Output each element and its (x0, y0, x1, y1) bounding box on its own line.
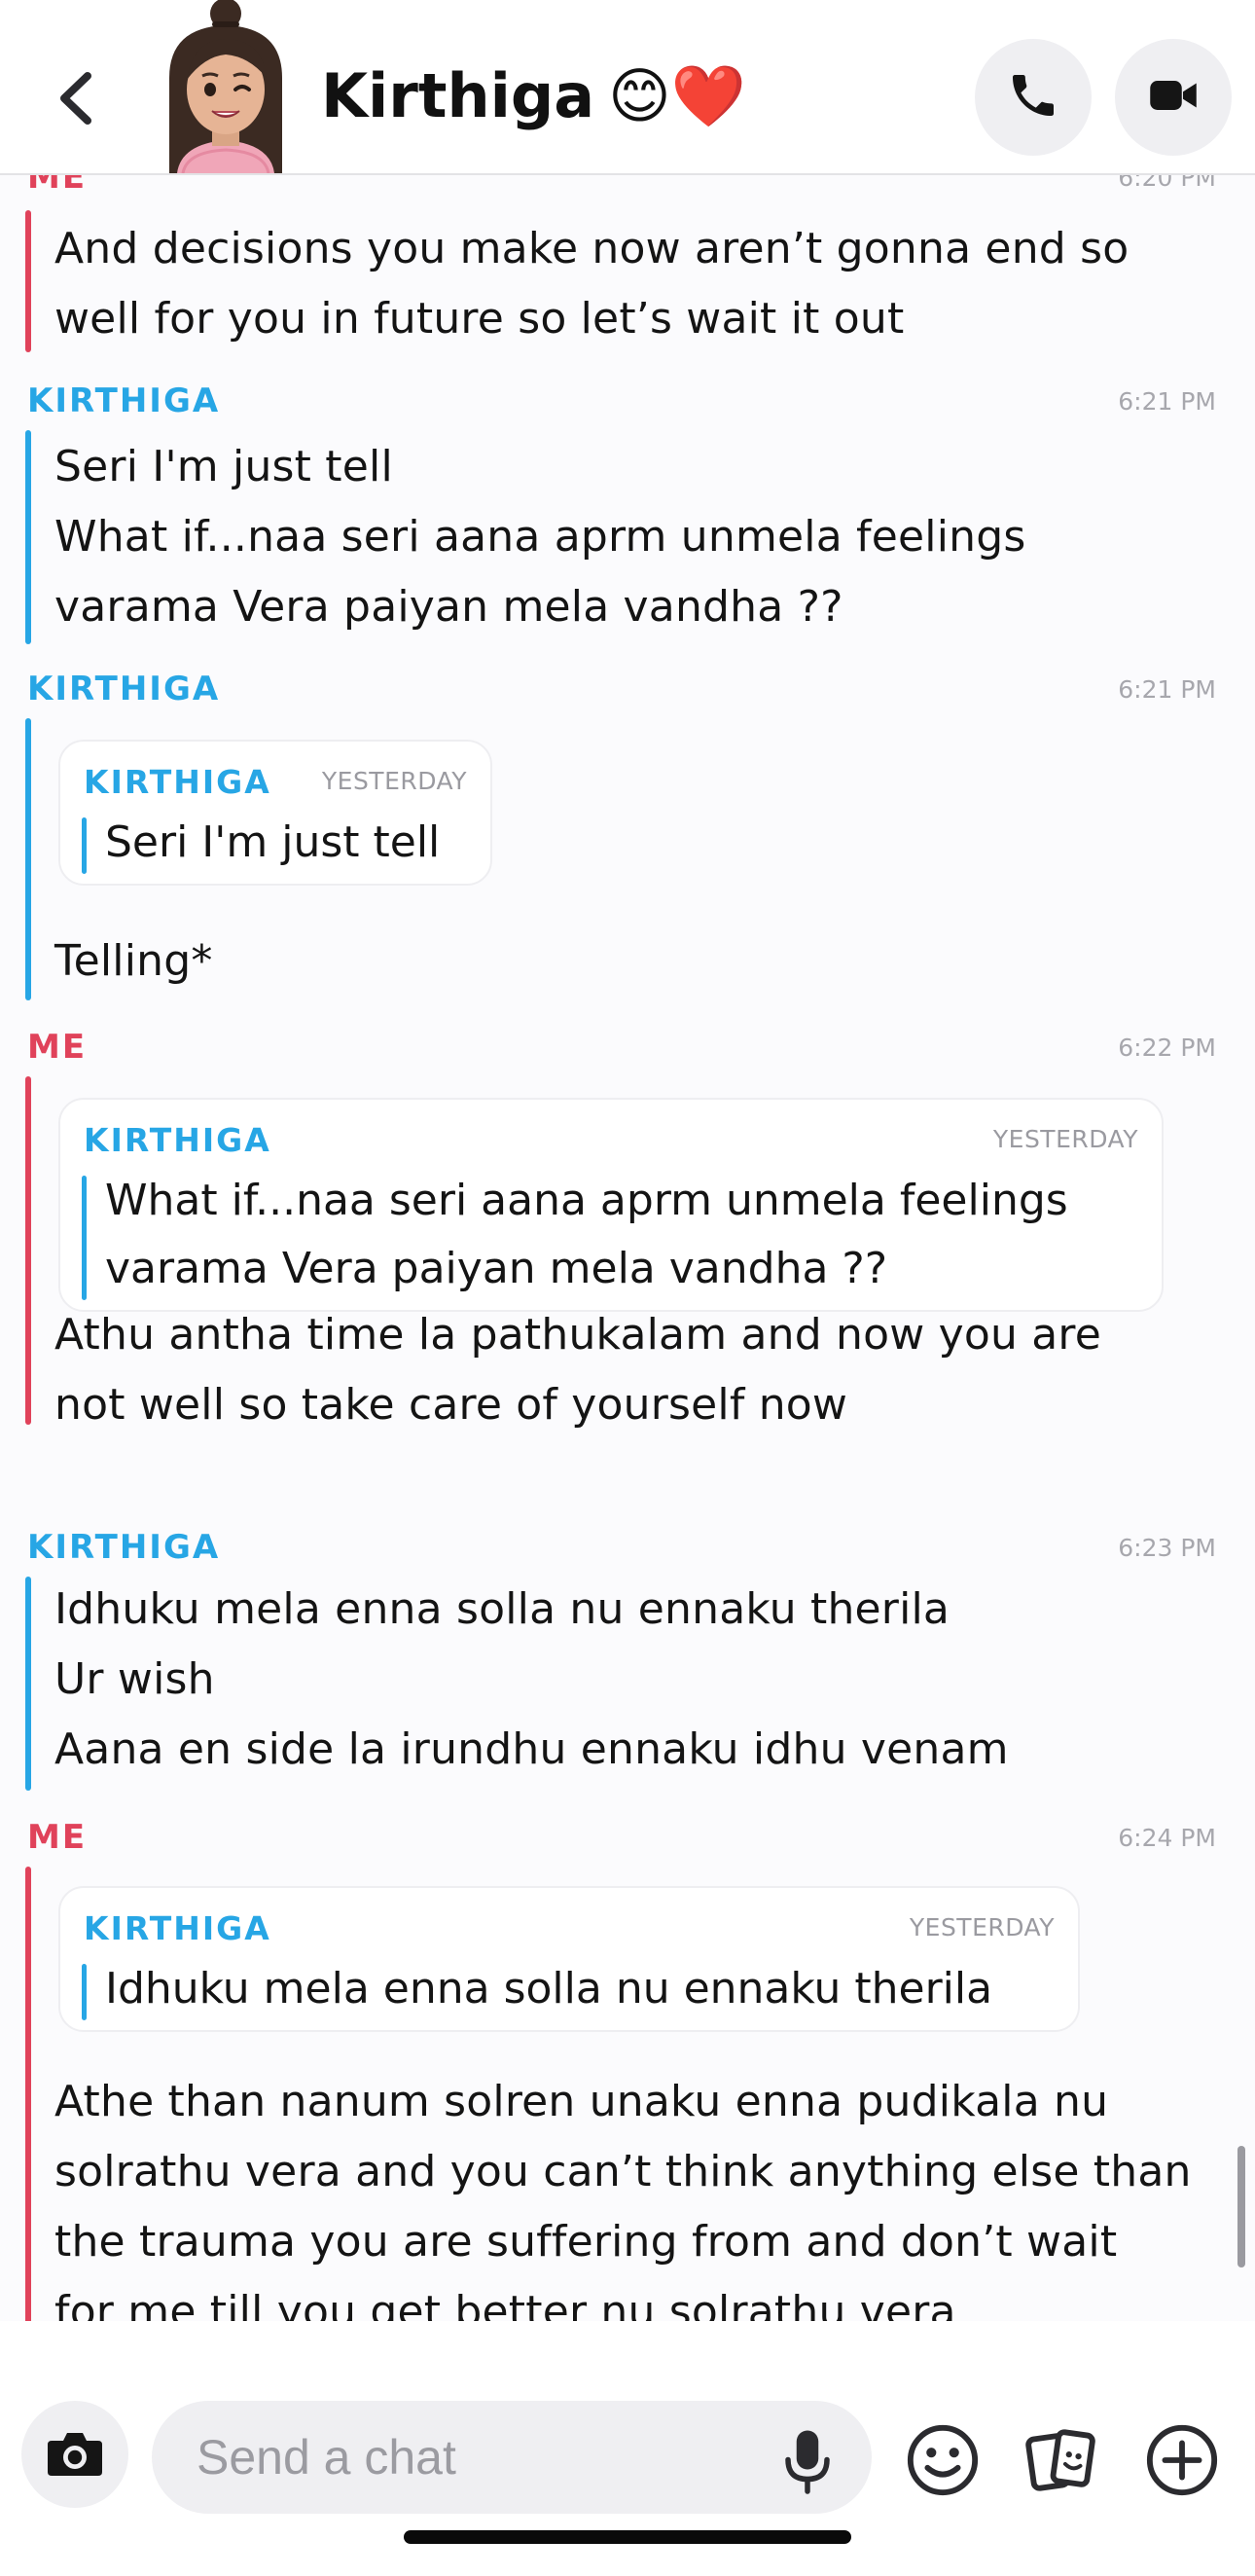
sender-label: KIRTHIGA (27, 1528, 221, 1567)
sticker-cards-icon[interactable] (1023, 2422, 1099, 2498)
quoted-date: YESTERDAY (992, 1125, 1138, 1153)
quoted-message[interactable]: KIRTHIGA YESTERDAY Seri I'm just tell (58, 740, 492, 886)
message-line[interactable]: the trauma you are suffering from and do… (54, 2217, 1117, 2267)
message-time: 6:22 PM (1118, 1034, 1216, 1062)
avatar[interactable] (148, 0, 304, 173)
sender-label: KIRTHIGA (27, 670, 221, 708)
message-time: 6:20 PM (1118, 175, 1216, 192)
message-line[interactable]: well for you in future so let’s wait it … (54, 294, 904, 344)
message-time: 6:21 PM (1118, 675, 1216, 704)
quoted-date: YESTERDAY (321, 767, 467, 795)
scrollbar[interactable] (1237, 2146, 1245, 2268)
quoted-sender: KIRTHIGA (84, 1121, 271, 1159)
camera-icon (46, 2427, 104, 2482)
plus-circle-icon[interactable] (1144, 2422, 1220, 2498)
quoted-sender: KIRTHIGA (84, 763, 271, 801)
quoted-date: YESTERDAY (909, 1913, 1055, 1941)
phone-icon (1006, 68, 1060, 127)
quoted-message[interactable]: KIRTHIGA YESTERDAY What if...naa seri aa… (58, 1098, 1164, 1312)
message-line[interactable]: Telling* (54, 936, 213, 986)
message-line[interactable]: Seri I'm just tell (54, 442, 393, 491)
message-line[interactable]: And decisions you make now aren’t gonna … (54, 224, 1129, 273)
video-camera-icon (1144, 66, 1202, 128)
message-line[interactable]: Ur wish (54, 1654, 215, 1704)
message-line[interactable]: What if...naa seri aana aprm unmela feel… (54, 512, 1025, 562)
message-line[interactable]: varama Vera paiyan mela vandha ?? (54, 582, 843, 632)
quoted-line: varama Vera paiyan mela vandha ?? (105, 1244, 888, 1293)
quote-bar (82, 1964, 87, 2020)
sender-bar (25, 1577, 31, 1791)
message-time: 6:24 PM (1118, 1824, 1216, 1852)
sender-label: ME (27, 1028, 88, 1067)
contact-name-row[interactable]: Kirthiga 😊❤️ (321, 60, 746, 132)
message-time: 6:23 PM (1118, 1534, 1216, 1562)
quote-bar (82, 1176, 87, 1300)
quoted-line: Idhuku mela enna solla nu ennaku therila (105, 1964, 993, 2014)
contact-emoji: 😊❤️ (608, 60, 746, 131)
smiley-icon[interactable] (905, 2422, 981, 2498)
sender-bar (25, 718, 31, 1000)
quoted-message[interactable]: KIRTHIGA YESTERDAY Idhuku mela enna soll… (58, 1886, 1080, 2032)
message-line[interactable]: not well so take care of yourself now (54, 1380, 847, 1430)
chat-input[interactable] (152, 2401, 872, 2514)
camera-button[interactable] (21, 2401, 128, 2508)
contact-name: Kirthiga (321, 60, 595, 131)
chevron-left-icon[interactable] (43, 54, 111, 142)
message-line[interactable]: Athe than nanum solren unaku enna pudika… (54, 2077, 1108, 2126)
sender-label: ME (27, 1818, 88, 1857)
sender-label: KIRTHIGA (27, 381, 221, 420)
microphone-icon[interactable] (778, 2428, 837, 2496)
message-line[interactable]: Athu antha time la pathukalam and now yo… (54, 1310, 1101, 1360)
sender-bar (25, 1867, 31, 2321)
home-indicator[interactable] (404, 2530, 851, 2544)
chat-screen: Kirthiga 😊❤️ ME 6:20 PM And decisions yo… (0, 0, 1255, 2576)
sender-bar (25, 210, 31, 352)
quoted-line: What if...naa seri aana aprm unmela feel… (105, 1176, 1068, 1225)
quoted-sender: KIRTHIGA (84, 1909, 271, 1947)
voice-call-button[interactable] (975, 39, 1092, 156)
video-call-button[interactable] (1115, 39, 1232, 156)
chat-input-bar (0, 2321, 1255, 2576)
message-line[interactable]: solrathu vera and you can’t think anythi… (54, 2147, 1192, 2196)
chat-header: Kirthiga 😊❤️ (0, 0, 1255, 175)
message-line[interactable]: for me till you get better nu solrathu v… (54, 2287, 956, 2321)
message-time: 6:21 PM (1118, 387, 1216, 416)
quote-bar (82, 817, 87, 874)
sender-label: ME (27, 175, 88, 197)
sender-bar (25, 1076, 31, 1425)
sender-bar (25, 430, 31, 644)
chat-feed[interactable]: ME 6:20 PM And decisions you make now ar… (0, 175, 1255, 2321)
quoted-line: Seri I'm just tell (105, 817, 441, 867)
message-line[interactable]: Idhuku mela enna solla nu ennaku therila (54, 1584, 950, 1634)
message-line[interactable]: Aana en side la irundhu ennaku idhu vena… (54, 1724, 1009, 1774)
